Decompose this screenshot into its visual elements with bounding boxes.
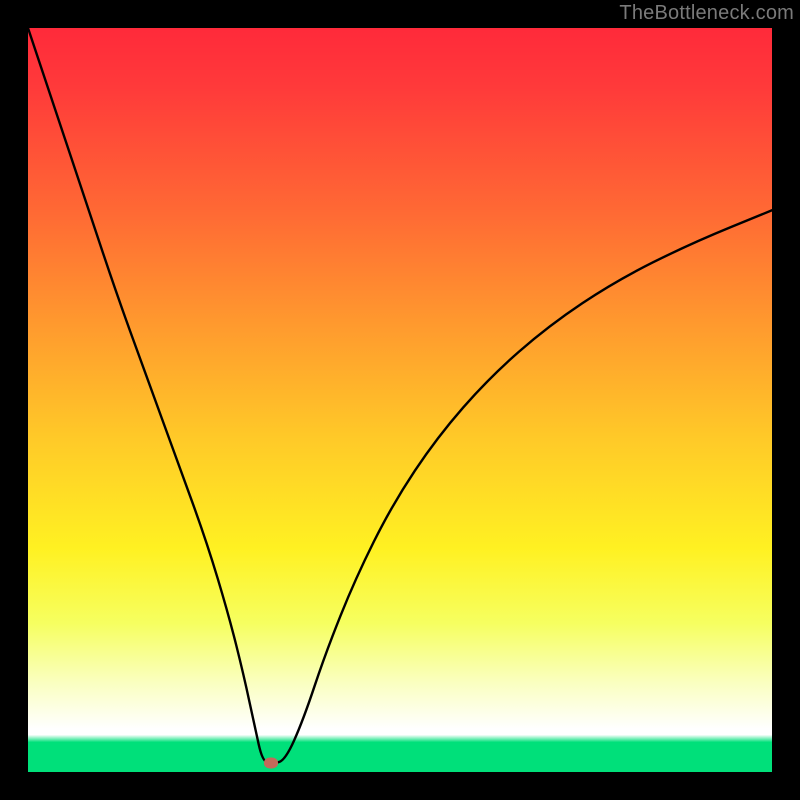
bottleneck-curve — [28, 28, 772, 772]
chart-frame: TheBottleneck.com — [0, 0, 800, 800]
plot-area — [28, 28, 772, 772]
optimal-point-marker — [264, 758, 278, 769]
watermark-text: TheBottleneck.com — [619, 2, 794, 25]
